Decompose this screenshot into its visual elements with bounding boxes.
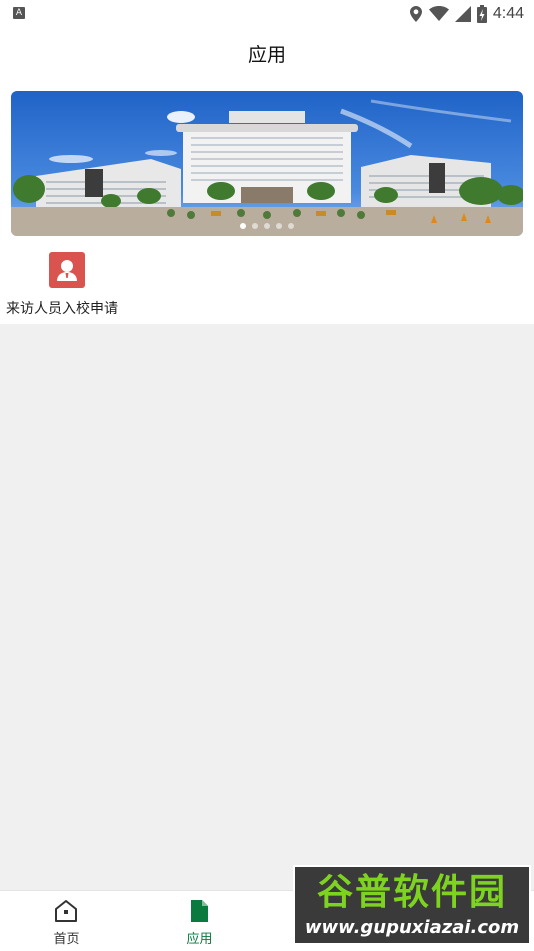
status-bar: A 4:44 [0, 0, 534, 28]
wifi-icon [428, 6, 449, 21]
watermark-url: www.gupuxiazai.com [304, 917, 520, 938]
campus-building-photo [11, 91, 523, 236]
watermark: 谷普软件园 www.gupuxiazai.com [293, 865, 531, 945]
location-icon [409, 6, 422, 22]
carousel-dot[interactable] [240, 223, 246, 229]
carousel-dot[interactable] [252, 223, 258, 229]
watermark-title: 谷普软件园 [316, 872, 507, 913]
signal-icon [454, 6, 471, 22]
main-content: 来访人员入校申请 [0, 80, 534, 324]
banner-carousel[interactable] [11, 91, 523, 236]
page-title: 应用 [247, 44, 286, 66]
notification-icon: A [13, 7, 25, 19]
app-visitor-application[interactable]: 来访人员入校申请 [6, 252, 130, 322]
app-label: 来访人员入校申请 [6, 301, 118, 317]
tab-home[interactable]: 首页 [0, 891, 133, 951]
carousel-dot[interactable] [288, 223, 294, 229]
status-icons: 4:44 [409, 3, 524, 25]
carousel-dot[interactable] [276, 223, 282, 229]
document-icon [191, 900, 208, 922]
app-header: 应用 [0, 28, 534, 80]
battery-charging-icon [476, 5, 487, 23]
tab-label: 首页 [53, 932, 80, 947]
carousel-indicators [11, 223, 523, 229]
carousel-dot[interactable] [264, 223, 270, 229]
home-icon [55, 900, 77, 922]
visitor-person-icon [49, 252, 85, 288]
tab-apps[interactable]: 应用 [133, 891, 266, 951]
clock: 4:44 [492, 5, 524, 22]
tab-label: 应用 [186, 932, 213, 947]
